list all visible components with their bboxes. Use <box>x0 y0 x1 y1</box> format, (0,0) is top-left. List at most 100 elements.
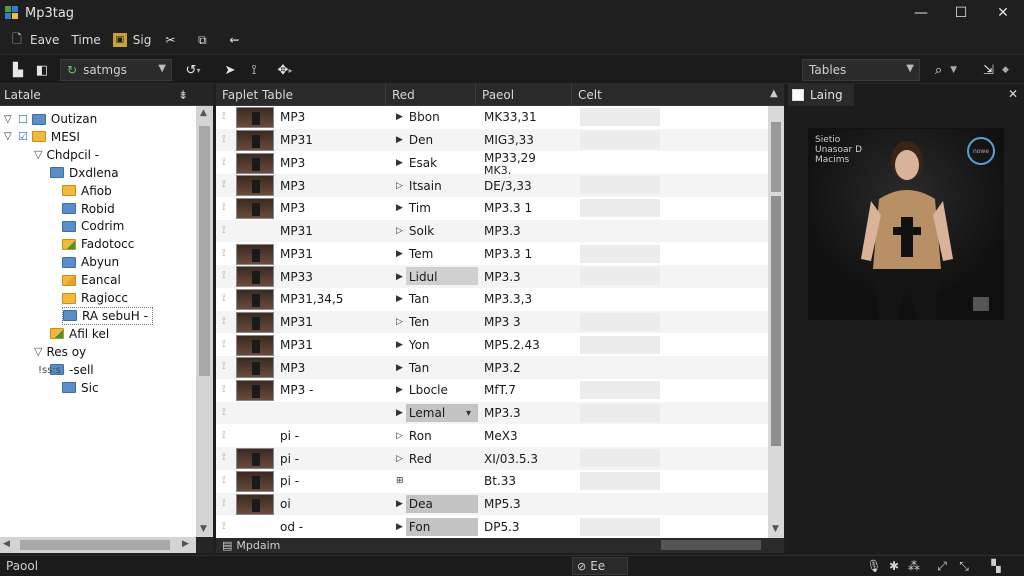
table-row[interactable]: ⟟ MP31 ▷ Solk MP3.3 <box>216 219 768 243</box>
undo-button[interactable]: ↺ ▾ <box>178 60 208 80</box>
table-row[interactable]: ⟟ MP3 ▶ Esak MP33,29 MK3, <box>216 151 768 178</box>
table-row[interactable]: ⟟ oi ▶ Dea MP5.3 <box>216 492 768 516</box>
expand-arrow-icon[interactable]: ▶ <box>396 203 403 213</box>
table-row[interactable]: ⟟ pi - ▷ Red XI/03.5.3 <box>216 447 768 470</box>
expand-arrow-icon[interactable]: ▶ <box>396 408 403 418</box>
open-button[interactable]: ◧ <box>32 60 52 80</box>
chevron-down-icon[interactable]: ▾ <box>466 402 471 425</box>
tree-item[interactable]: ▽ Res oy <box>34 343 86 361</box>
table-row[interactable]: ⟟ MP3 ▷ Itsain DE/3,33 <box>216 174 768 197</box>
expand-arrow-icon[interactable]: ▶ <box>396 249 403 259</box>
sort-up-icon[interactable]: ▲ <box>770 88 778 99</box>
tree-item[interactable]: ▽ ☐ Outizan <box>4 110 97 128</box>
menu-tools[interactable]: ✂ <box>157 26 189 54</box>
column-header[interactable]: Paeol <box>476 84 572 106</box>
expand-icon[interactable]: ▽ <box>4 131 12 142</box>
column-header[interactable]: Red <box>386 84 476 106</box>
tree-item[interactable]: Fadotocc <box>62 235 134 253</box>
list-hscroll-thumb[interactable] <box>661 540 761 550</box>
filter-button[interactable]: ⇲ ◆ <box>976 60 1016 80</box>
table-row[interactable]: ⟟ MP3 ▶ Bbon MK33,31 <box>216 106 768 129</box>
tree-item[interactable]: Afiob <box>62 182 112 200</box>
expand-arrow-icon[interactable]: ▷ <box>396 431 403 441</box>
tree-item[interactable]: Codrim <box>62 217 124 235</box>
table-row[interactable]: ⟟ MP3 ▶ Tan MP3.2 <box>216 356 768 379</box>
expand-arrow-icon[interactable]: ▶ <box>396 158 403 168</box>
expand-arrow-icon[interactable]: ▶ <box>396 272 403 282</box>
expand-arrow-icon[interactable]: ▶ <box>396 499 403 509</box>
tree-item[interactable]: Sic <box>62 379 99 397</box>
expand-arrow-icon[interactable]: ▷ <box>396 226 403 236</box>
expand-arrow-icon[interactable]: ▶ <box>396 522 403 532</box>
table-row[interactable]: ⟟ MP33 ▶ Lidul MP3.3 <box>216 265 768 288</box>
grid-icon[interactable]: ⁂ <box>906 558 922 574</box>
select-button[interactable]: ⟟ <box>244 60 264 80</box>
table-row[interactable]: ⟟ MP3 - ▶ Lbocle MfT.7 <box>216 379 768 402</box>
table-row[interactable]: ⟟ ▶ Lemal MP3.3 ▾ <box>216 401 768 425</box>
folder-icon <box>63 310 77 322</box>
tree-item[interactable]: Dxdlena <box>50 164 119 182</box>
tables-combo[interactable]: Tables ▼ <box>802 59 920 81</box>
list-scroll-thumb[interactable] <box>771 122 781 192</box>
tree-item[interactable]: Abyun <box>62 253 119 271</box>
maximize-button[interactable]: ☐ <box>938 0 984 26</box>
tree-item[interactable]: ▽ ☑ MESI <box>4 128 80 146</box>
expand-arrow-icon[interactable]: ▶ <box>396 135 403 145</box>
move-button[interactable]: ✥ ▸ <box>270 60 300 80</box>
table-row[interactable]: ⟟ MP31 ▷ Ten MP3 3 <box>216 310 768 334</box>
search-button[interactable]: ⌕ ▼ <box>926 60 966 80</box>
expand-arrow-icon[interactable]: ▷ <box>396 181 403 191</box>
cursor-button[interactable]: ➤ <box>220 60 240 80</box>
list-vertical-scrollbar[interactable]: ▼ <box>768 106 784 538</box>
microphone-icon[interactable]: 🎙 <box>866 558 882 574</box>
expand-arrow-icon[interactable]: ▶ <box>396 385 403 395</box>
expand-arrow-icon[interactable]: ▷ <box>396 317 403 327</box>
pin-icon[interactable]: ⇟ <box>178 88 188 102</box>
tree-item[interactable]: ▽ Chdpcil - <box>34 146 99 164</box>
expand-arrow-icon[interactable]: ▷ <box>396 454 403 464</box>
table-row[interactable]: ⟟ MP31 ▶ Tem MP3.3 1 <box>216 243 768 266</box>
checkbox-icon[interactable]: ☑ <box>18 130 28 143</box>
checkbox-icon[interactable]: ☐ <box>18 113 28 126</box>
new-file-button[interactable]: ▙ <box>8 60 28 80</box>
status-field[interactable]: ⊘ Ee <box>572 557 628 575</box>
tree-scroll-thumb[interactable] <box>199 126 210 376</box>
collapse-icon[interactable]: ⤡ <box>956 558 972 574</box>
tree-vertical-scrollbar[interactable]: ▲ ▼ <box>196 106 213 537</box>
menu-export[interactable]: ⧉ <box>189 26 221 54</box>
window-icon[interactable]: ▚ <box>988 558 1004 574</box>
table-row[interactable]: ⟟ MP3 ▶ Tim MP3.3 1 <box>216 197 768 220</box>
menu-file[interactable]: 🗋 Eave <box>4 26 65 54</box>
tree-hscroll-thumb[interactable] <box>20 540 170 550</box>
table-row[interactable]: ⟟ pi - ▷ Ron MeX3 <box>216 425 768 448</box>
close-icon[interactable]: ✕ <box>1008 87 1018 101</box>
tree-horizontal-scrollbar[interactable]: ◀ ▶ <box>0 537 196 553</box>
menu-time[interactable]: Time <box>65 26 106 54</box>
menu-arrow[interactable]: ⇜ <box>221 26 253 54</box>
expand-arrow-icon[interactable]: ▶ <box>396 112 403 122</box>
expand-icon[interactable]: ⤢ <box>934 558 950 574</box>
tree-item[interactable]: Ragiocc <box>62 289 128 307</box>
column-header[interactable]: Faplet Table <box>216 84 386 106</box>
list-scroll-track[interactable] <box>771 196 781 446</box>
table-row[interactable]: ⟟ MP31,34,5 ▶ Tan MP3.3,3 <box>216 288 768 311</box>
tab-laing[interactable]: Laing <box>788 84 854 106</box>
expand-arrow-icon[interactable]: ▶ <box>396 340 403 350</box>
table-row[interactable]: ⟟ MP31 ▶ Yon MP5.2.43 <box>216 334 768 357</box>
expand-icon[interactable]: ▽ <box>4 114 12 125</box>
table-row[interactable]: ⟟ od - ▶ Fon DP5.3 <box>216 516 768 539</box>
menu-sig[interactable]: ▣ Sig <box>107 26 158 54</box>
close-button[interactable]: ✕ <box>980 0 1024 26</box>
table-row[interactable]: ⟟ pi - ⊞ Bt.33 <box>216 470 768 493</box>
settings-combo[interactable]: ↻ satmgs ▼ <box>60 59 172 81</box>
tree-item[interactable]: Eancal <box>62 271 121 289</box>
column-header[interactable]: Celt <box>572 84 768 106</box>
expand-arrow-icon[interactable]: ▶ <box>396 294 403 304</box>
tree-item[interactable]: RA sebuH - <box>62 306 153 325</box>
expand-arrow-icon[interactable]: ⊞ <box>396 476 404 486</box>
tree-item[interactable]: Robid <box>62 200 115 218</box>
cover-thumbnail <box>236 266 274 288</box>
expand-arrow-icon[interactable]: ▶ <box>396 363 403 373</box>
tree-item[interactable]: Afil kel <box>50 325 109 343</box>
settings-icon[interactable]: ✱ <box>886 558 902 574</box>
